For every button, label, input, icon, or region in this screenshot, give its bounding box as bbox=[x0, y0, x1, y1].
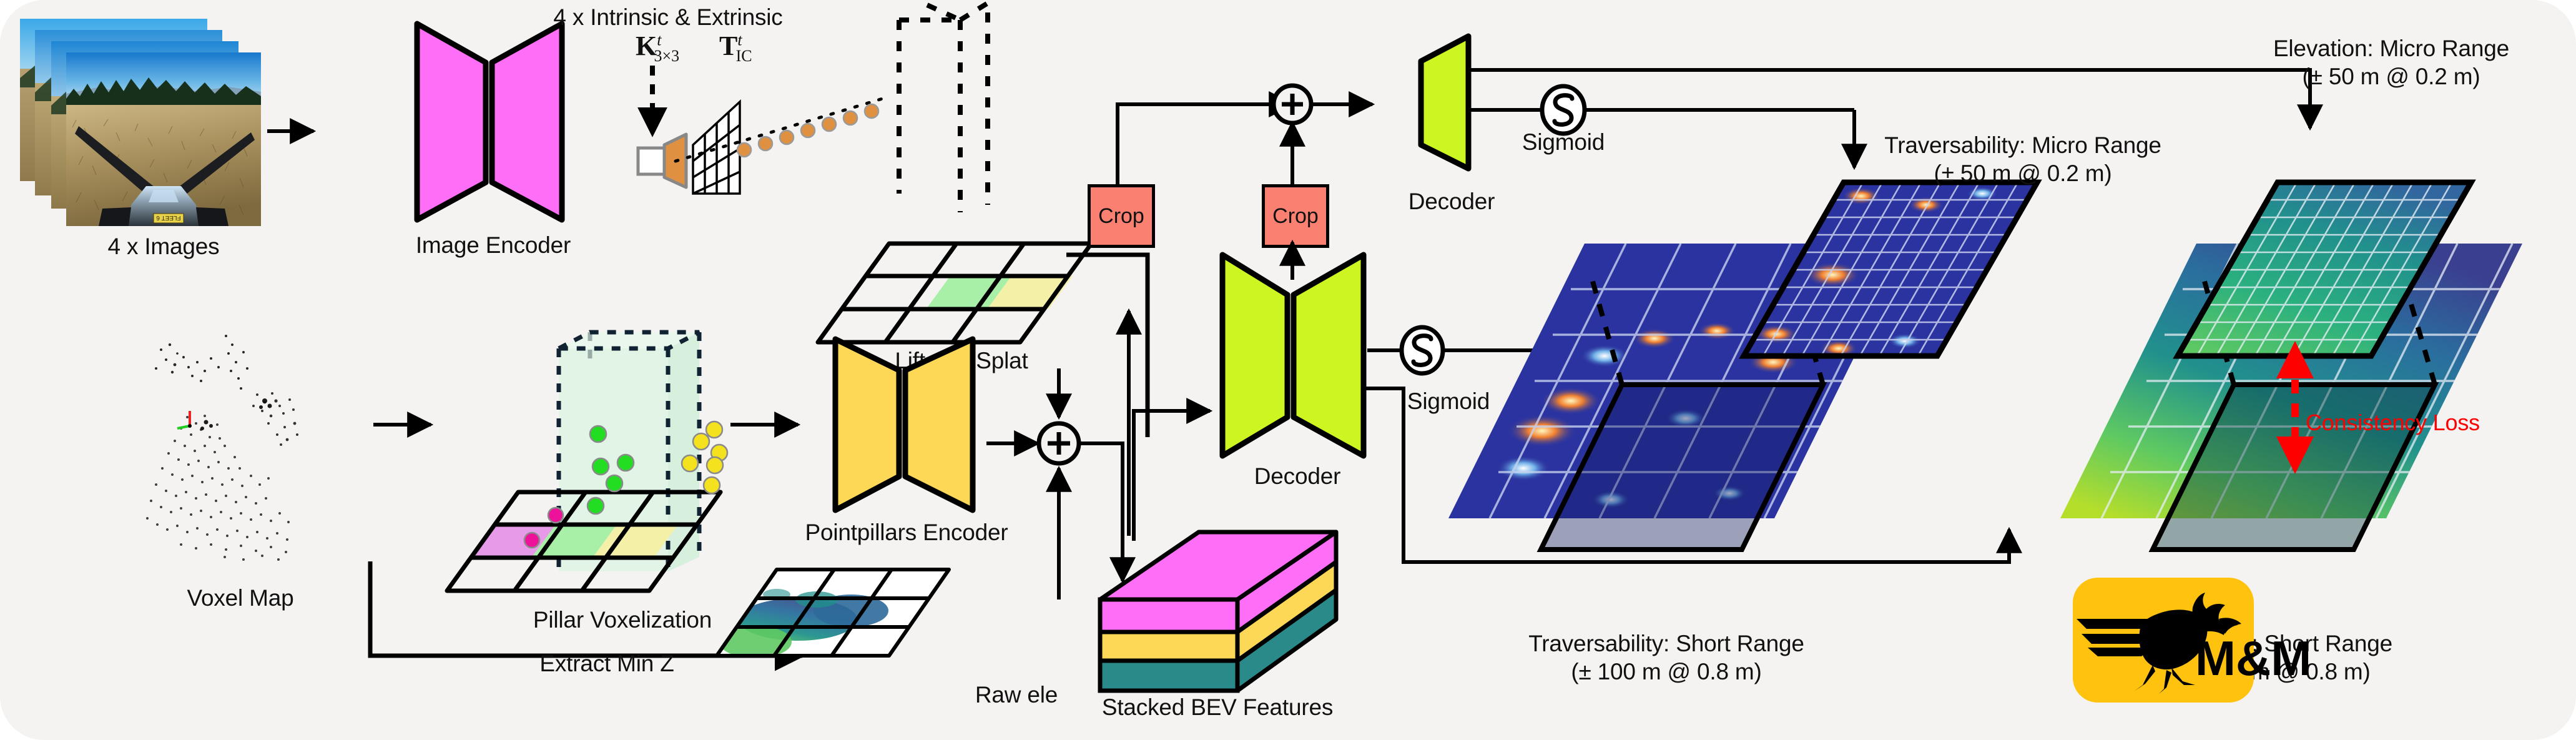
arrow-images-to-encoder bbox=[267, 118, 317, 144]
arrow-voxelmap-to-pillar bbox=[373, 412, 434, 438]
elev-micro-label-line1: Elevation: Micro Range bbox=[2273, 36, 2510, 61]
image-encoder-label: Image Encoder bbox=[415, 232, 571, 258]
diagram-canvas: FLEET 6 4 x Images Image Encoder 4 x Int… bbox=[0, 0, 2576, 740]
mm-logo: M&M bbox=[2073, 578, 2311, 703]
images-label: 4 x Images bbox=[107, 234, 220, 259]
consistency-loss-label: Consistency Loss bbox=[2306, 410, 2480, 435]
elev-micro-label-line2: (± 50 m @ 0.2 m) bbox=[2302, 64, 2480, 89]
mm-logo-bird-icon: M&M bbox=[2077, 593, 2311, 694]
image-encoder-shape bbox=[414, 21, 565, 223]
raw-elevation-grid bbox=[715, 568, 951, 658]
traversability-micro-range-plane bbox=[1739, 179, 2042, 359]
intrinsic-extrinsic-label: 4 x Intrinsic & Extrinsic bbox=[553, 4, 783, 30]
sigmoid-top-group bbox=[1468, 68, 1854, 136]
connector-rawele-vertical bbox=[1057, 525, 1061, 599]
mm-logo-text: M&M bbox=[2195, 631, 2311, 686]
trav-micro-label-line2: (± 50 m @ 0.2 m) bbox=[1934, 160, 2112, 186]
trav-short-label-line1: Traversability: Short Range bbox=[1528, 631, 1804, 656]
trav-micro-label-line1: Traversability: Micro Range bbox=[1884, 132, 2161, 158]
pointpillars-encoder-shape bbox=[832, 336, 976, 513]
extract-min-z-label: Extract Min Z bbox=[539, 651, 674, 676]
connector-plus-to-decoder-top bbox=[1311, 91, 1375, 117]
decoder-top-label: Decoder bbox=[1408, 189, 1495, 214]
svg-text:FLEET 6: FLEET 6 bbox=[156, 214, 181, 221]
connector-bev-to-crop-left bbox=[1116, 308, 1142, 536]
stacked-bev-label: Stacked BEV Features bbox=[1101, 694, 1334, 720]
voxel-map-pointcloud bbox=[112, 312, 362, 575]
decoder-bottom-label: Decoder bbox=[1254, 463, 1341, 489]
camera-image-1: FLEET 6 bbox=[66, 52, 261, 226]
voxel-map-label: Voxel Map bbox=[187, 585, 294, 611]
sigmoid-top-label: Sigmoid bbox=[1522, 129, 1605, 155]
pillar-voxelization-graphic bbox=[445, 330, 729, 593]
trav-short-label-line2: (± 100 m @ 0.8 m) bbox=[1571, 659, 1762, 684]
arrow-pillar-to-pointpillars bbox=[730, 412, 801, 438]
